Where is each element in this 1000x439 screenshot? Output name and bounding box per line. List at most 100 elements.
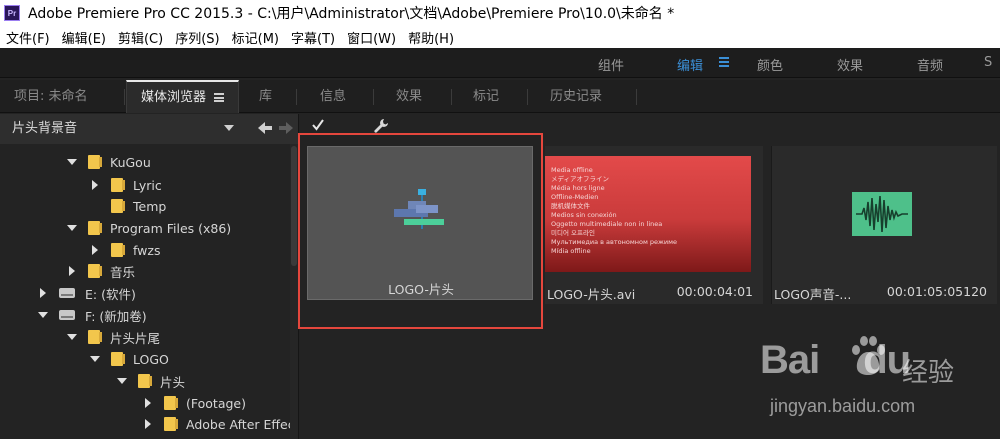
- location-bar: 片头背景音: [0, 114, 298, 144]
- tab-divider: [296, 89, 297, 105]
- menu-edit[interactable]: 编辑(E): [62, 28, 106, 47]
- tab-divider: [451, 89, 452, 105]
- tree-item-kugou[interactable]: KuGou: [66, 152, 151, 172]
- panel-tab-bar: 项目: 未命名 媒体浏览器 库 信息 效果 标记 历史记录: [0, 80, 1000, 113]
- tab-divider: [636, 89, 637, 105]
- menu-title[interactable]: 字幕(T): [291, 28, 335, 47]
- expand-toggle[interactable]: [37, 309, 49, 321]
- tree-item-intro-outro[interactable]: 片头片尾: [66, 327, 160, 347]
- watermark-cn: 经验: [902, 358, 955, 388]
- workspace-bar: 组件 编辑 颜色 效果 音频 S: [0, 48, 1000, 78]
- location-dropdown[interactable]: 片头背景音: [6, 118, 242, 140]
- media-item-duration: 00:01:05:05120: [886, 284, 987, 299]
- expand-toggle[interactable]: [89, 179, 101, 191]
- menu-marker[interactable]: 标记(M): [232, 28, 279, 47]
- media-item-logo-intro-avi[interactable]: Media offline メディアオフライン Média hors ligne…: [545, 146, 763, 304]
- media-offline-preview: Media offline メディアオフライン Média hors ligne…: [545, 156, 751, 272]
- folder-icon: [164, 417, 178, 431]
- checkmark-icon[interactable]: [311, 118, 325, 132]
- expand-toggle[interactable]: [142, 397, 154, 409]
- drive-icon: [59, 288, 75, 298]
- tree-item-fwzs[interactable]: fwzs: [89, 240, 160, 260]
- tree-item-after-effects[interactable]: Adobe After Effec: [142, 414, 290, 434]
- expand-toggle[interactable]: [116, 375, 128, 387]
- tab-divider: [124, 89, 125, 105]
- tab-media-browser[interactable]: 媒体浏览器: [126, 80, 240, 113]
- tree-item-intro[interactable]: 片头: [116, 371, 185, 391]
- tree-item-drive-e[interactable]: E: (软件): [37, 283, 136, 303]
- menu-sequence[interactable]: 序列(S): [175, 28, 219, 47]
- window-title: Adobe Premiere Pro CC 2015.3 - C:\用户\Adm…: [28, 6, 675, 22]
- workspace-tab-audio[interactable]: 音频: [917, 55, 943, 74]
- tab-effects[interactable]: 效果: [382, 80, 436, 113]
- tab-divider: [527, 89, 528, 105]
- waveform-icon: [856, 195, 908, 233]
- menu-clip[interactable]: 剪辑(C): [118, 28, 163, 47]
- folder-tree: KuGou Lyric Temp Program Files (x86) fwz…: [0, 144, 290, 439]
- expand-toggle[interactable]: [37, 287, 49, 299]
- tab-history[interactable]: 历史记录: [536, 80, 616, 113]
- tab-project[interactable]: 项目: 未命名: [0, 80, 102, 113]
- workspace-tab-more[interactable]: S: [984, 55, 992, 70]
- media-browser-tree-panel: 片头背景音 KuGou Lyric Temp Program Files (x8…: [0, 114, 298, 439]
- folder-icon: [88, 155, 102, 169]
- workspace-tab-editing[interactable]: 编辑: [677, 55, 703, 74]
- tree-item-program-files[interactable]: Program Files (x86): [66, 218, 231, 238]
- wrench-icon[interactable]: [373, 118, 389, 134]
- arrow-left-icon[interactable]: [258, 122, 272, 134]
- tree-item-footage[interactable]: (Footage): [142, 393, 246, 413]
- menu-file[interactable]: 文件(F): [6, 28, 50, 47]
- tab-markers[interactable]: 标记: [459, 80, 513, 113]
- window-title-bar: Pr Adobe Premiere Pro CC 2015.3 - C:\用户\…: [0, 0, 1000, 26]
- tree-scrollbar[interactable]: [290, 144, 298, 439]
- media-thumbnail[interactable]: Media offline メディアオフライン Média hors ligne…: [545, 146, 763, 304]
- premiere-app-icon: Pr: [4, 5, 20, 21]
- tree-item-temp[interactable]: Temp: [89, 196, 166, 216]
- workspace-tab-effects[interactable]: 效果: [837, 55, 863, 74]
- expand-toggle[interactable]: [89, 244, 101, 256]
- panel-menu-icon[interactable]: [214, 93, 225, 102]
- media-item-name: LOGO声音-...: [774, 287, 852, 302]
- folder-icon: [88, 221, 102, 235]
- media-item-duration: 00:00:04:01: [676, 284, 753, 299]
- expand-toggle[interactable]: [89, 353, 101, 365]
- expand-toggle[interactable]: [66, 331, 78, 343]
- expand-toggle[interactable]: [66, 156, 78, 168]
- media-thumbnail[interactable]: LOGO-片头: [307, 146, 533, 300]
- media-item-name: LOGO-片头.avi: [547, 287, 636, 302]
- tab-libraries[interactable]: 库: [245, 80, 286, 113]
- tree-item-drive-f[interactable]: F: (新加卷): [37, 305, 147, 325]
- media-thumbnail[interactable]: LOGO声音-... 00:01:05:05120: [771, 146, 997, 304]
- expand-toggle[interactable]: [66, 222, 78, 234]
- folder-icon: [138, 374, 152, 388]
- workspace-tab-assembly[interactable]: 组件: [598, 55, 624, 74]
- watermark-url: jingyan.baidu.com: [770, 396, 916, 416]
- expand-toggle[interactable]: [142, 418, 154, 430]
- arrow-right-icon[interactable]: [279, 122, 293, 134]
- menu-help[interactable]: 帮助(H): [408, 28, 454, 47]
- tree-item-music[interactable]: 音乐: [66, 261, 135, 281]
- baidu-jingyan-watermark: Bai du 经验 jingyan.baidu.com: [760, 326, 970, 426]
- menu-bar: 文件(F) 编辑(E) 剪辑(C) 序列(S) 标记(M) 字幕(T) 窗口(W…: [0, 26, 1000, 48]
- tree-item-lyric[interactable]: Lyric: [89, 175, 162, 195]
- audio-waveform-thumb: [852, 192, 912, 236]
- media-item-logo-intro[interactable]: LOGO-片头: [298, 133, 543, 329]
- workspace-menu-icon[interactable]: [719, 57, 729, 67]
- media-item-logo-audio[interactable]: LOGO声音-... 00:01:05:05120: [771, 146, 999, 304]
- folder-icon: [111, 243, 125, 257]
- expand-toggle[interactable]: [66, 265, 78, 277]
- menu-window[interactable]: 窗口(W): [347, 28, 396, 47]
- chevron-down-icon[interactable]: [224, 125, 234, 131]
- tab-info[interactable]: 信息: [306, 80, 360, 113]
- folder-icon: [111, 352, 125, 366]
- folder-icon: [111, 199, 125, 213]
- folder-icon: [88, 330, 102, 344]
- sequence-icon: [394, 189, 444, 229]
- tab-divider: [373, 89, 374, 105]
- scrollbar-thumb[interactable]: [291, 146, 297, 266]
- baidu-paw-icon: [852, 336, 885, 375]
- folder-icon: [164, 396, 178, 410]
- workspace-tab-color[interactable]: 颜色: [757, 55, 783, 74]
- tab-media-browser-label: 媒体浏览器: [141, 90, 207, 105]
- tree-item-logo[interactable]: LOGO: [89, 349, 169, 369]
